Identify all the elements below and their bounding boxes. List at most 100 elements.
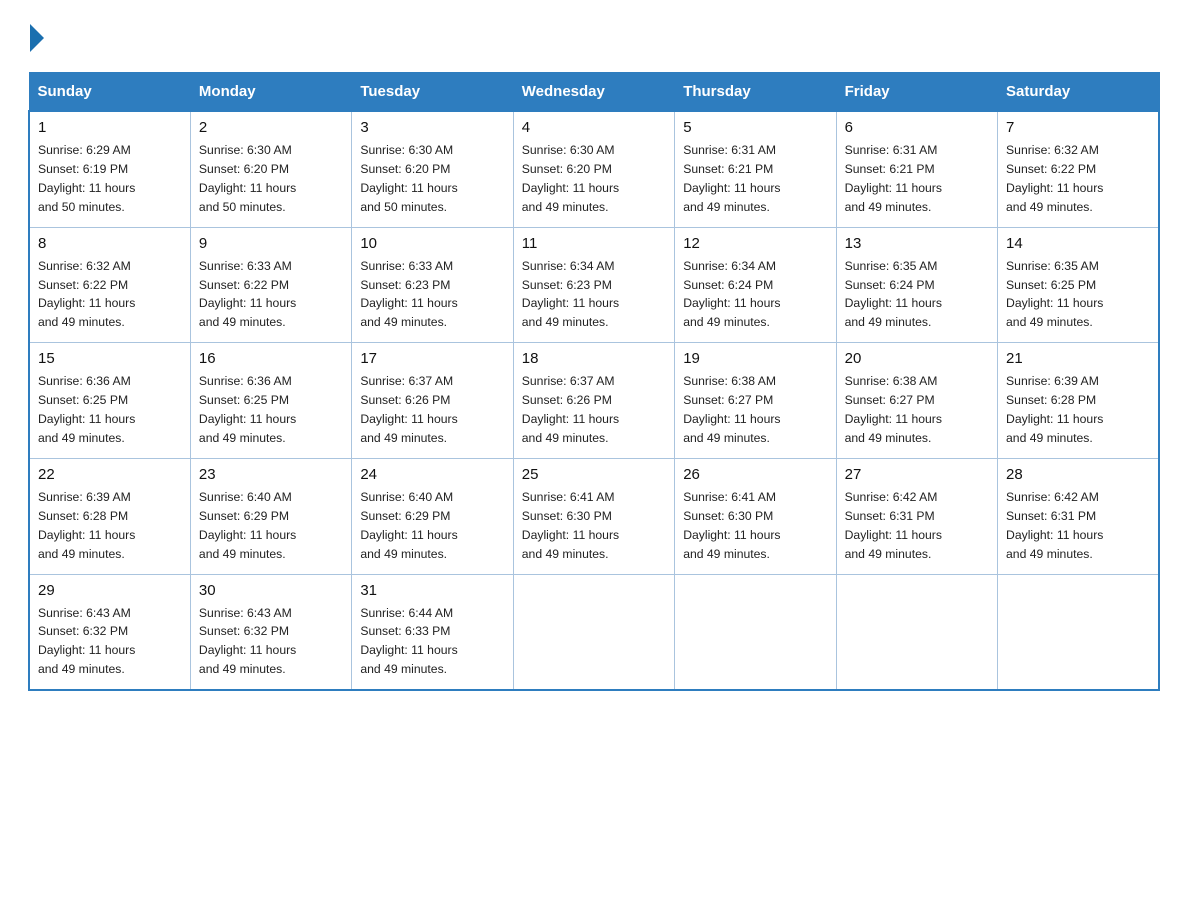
day-info: Sunrise: 6:41 AMSunset: 6:30 PMDaylight:… bbox=[683, 488, 827, 564]
day-info: Sunrise: 6:42 AMSunset: 6:31 PMDaylight:… bbox=[1006, 488, 1150, 564]
day-info: Sunrise: 6:35 AMSunset: 6:25 PMDaylight:… bbox=[1006, 257, 1150, 333]
calendar-cell: 20 Sunrise: 6:38 AMSunset: 6:27 PMDaylig… bbox=[836, 343, 997, 459]
calendar-cell: 2 Sunrise: 6:30 AMSunset: 6:20 PMDayligh… bbox=[190, 111, 351, 227]
logo bbox=[28, 24, 44, 54]
day-number: 24 bbox=[360, 466, 504, 483]
calendar-cell: 23 Sunrise: 6:40 AMSunset: 6:29 PMDaylig… bbox=[190, 458, 351, 574]
column-header-sunday: Sunday bbox=[29, 73, 190, 112]
day-number: 10 bbox=[360, 235, 504, 252]
day-number: 2 bbox=[199, 119, 343, 136]
day-number: 30 bbox=[199, 582, 343, 599]
day-info: Sunrise: 6:39 AMSunset: 6:28 PMDaylight:… bbox=[38, 488, 182, 564]
day-number: 17 bbox=[360, 350, 504, 367]
day-number: 13 bbox=[845, 235, 989, 252]
day-info: Sunrise: 6:29 AMSunset: 6:19 PMDaylight:… bbox=[38, 141, 182, 217]
calendar-cell: 18 Sunrise: 6:37 AMSunset: 6:26 PMDaylig… bbox=[513, 343, 674, 459]
calendar-cell: 12 Sunrise: 6:34 AMSunset: 6:24 PMDaylig… bbox=[675, 227, 836, 343]
day-info: Sunrise: 6:37 AMSunset: 6:26 PMDaylight:… bbox=[522, 372, 666, 448]
day-info: Sunrise: 6:40 AMSunset: 6:29 PMDaylight:… bbox=[199, 488, 343, 564]
day-info: Sunrise: 6:30 AMSunset: 6:20 PMDaylight:… bbox=[199, 141, 343, 217]
day-info: Sunrise: 6:33 AMSunset: 6:22 PMDaylight:… bbox=[199, 257, 343, 333]
day-info: Sunrise: 6:33 AMSunset: 6:23 PMDaylight:… bbox=[360, 257, 504, 333]
day-number: 21 bbox=[1006, 350, 1150, 367]
day-number: 20 bbox=[845, 350, 989, 367]
calendar-week-row: 15 Sunrise: 6:36 AMSunset: 6:25 PMDaylig… bbox=[29, 343, 1159, 459]
day-number: 9 bbox=[199, 235, 343, 252]
day-number: 28 bbox=[1006, 466, 1150, 483]
calendar-cell: 19 Sunrise: 6:38 AMSunset: 6:27 PMDaylig… bbox=[675, 343, 836, 459]
day-number: 4 bbox=[522, 119, 666, 136]
day-number: 29 bbox=[38, 582, 182, 599]
calendar-cell bbox=[998, 574, 1159, 690]
calendar-week-row: 29 Sunrise: 6:43 AMSunset: 6:32 PMDaylig… bbox=[29, 574, 1159, 690]
calendar-cell: 17 Sunrise: 6:37 AMSunset: 6:26 PMDaylig… bbox=[352, 343, 513, 459]
day-number: 8 bbox=[38, 235, 182, 252]
calendar-cell bbox=[513, 574, 674, 690]
calendar-cell: 10 Sunrise: 6:33 AMSunset: 6:23 PMDaylig… bbox=[352, 227, 513, 343]
day-info: Sunrise: 6:41 AMSunset: 6:30 PMDaylight:… bbox=[522, 488, 666, 564]
day-info: Sunrise: 6:43 AMSunset: 6:32 PMDaylight:… bbox=[38, 604, 182, 680]
calendar-cell: 25 Sunrise: 6:41 AMSunset: 6:30 PMDaylig… bbox=[513, 458, 674, 574]
calendar-cell: 4 Sunrise: 6:30 AMSunset: 6:20 PMDayligh… bbox=[513, 111, 674, 227]
calendar-week-row: 8 Sunrise: 6:32 AMSunset: 6:22 PMDayligh… bbox=[29, 227, 1159, 343]
calendar-cell: 11 Sunrise: 6:34 AMSunset: 6:23 PMDaylig… bbox=[513, 227, 674, 343]
calendar-cell bbox=[836, 574, 997, 690]
day-number: 16 bbox=[199, 350, 343, 367]
calendar-cell: 5 Sunrise: 6:31 AMSunset: 6:21 PMDayligh… bbox=[675, 111, 836, 227]
day-number: 14 bbox=[1006, 235, 1150, 252]
column-header-thursday: Thursday bbox=[675, 73, 836, 112]
day-info: Sunrise: 6:30 AMSunset: 6:20 PMDaylight:… bbox=[522, 141, 666, 217]
calendar-cell: 27 Sunrise: 6:42 AMSunset: 6:31 PMDaylig… bbox=[836, 458, 997, 574]
column-header-saturday: Saturday bbox=[998, 73, 1159, 112]
day-info: Sunrise: 6:32 AMSunset: 6:22 PMDaylight:… bbox=[38, 257, 182, 333]
column-header-wednesday: Wednesday bbox=[513, 73, 674, 112]
day-number: 23 bbox=[199, 466, 343, 483]
day-number: 27 bbox=[845, 466, 989, 483]
calendar-cell: 31 Sunrise: 6:44 AMSunset: 6:33 PMDaylig… bbox=[352, 574, 513, 690]
day-info: Sunrise: 6:42 AMSunset: 6:31 PMDaylight:… bbox=[845, 488, 989, 564]
day-number: 31 bbox=[360, 582, 504, 599]
day-number: 3 bbox=[360, 119, 504, 136]
day-number: 15 bbox=[38, 350, 182, 367]
calendar-cell: 8 Sunrise: 6:32 AMSunset: 6:22 PMDayligh… bbox=[29, 227, 190, 343]
calendar-cell: 15 Sunrise: 6:36 AMSunset: 6:25 PMDaylig… bbox=[29, 343, 190, 459]
calendar-cell: 16 Sunrise: 6:36 AMSunset: 6:25 PMDaylig… bbox=[190, 343, 351, 459]
day-info: Sunrise: 6:38 AMSunset: 6:27 PMDaylight:… bbox=[845, 372, 989, 448]
calendar-header-row: SundayMondayTuesdayWednesdayThursdayFrid… bbox=[29, 73, 1159, 112]
day-info: Sunrise: 6:31 AMSunset: 6:21 PMDaylight:… bbox=[845, 141, 989, 217]
day-info: Sunrise: 6:31 AMSunset: 6:21 PMDaylight:… bbox=[683, 141, 827, 217]
calendar-cell: 6 Sunrise: 6:31 AMSunset: 6:21 PMDayligh… bbox=[836, 111, 997, 227]
day-info: Sunrise: 6:34 AMSunset: 6:23 PMDaylight:… bbox=[522, 257, 666, 333]
day-info: Sunrise: 6:43 AMSunset: 6:32 PMDaylight:… bbox=[199, 604, 343, 680]
day-info: Sunrise: 6:30 AMSunset: 6:20 PMDaylight:… bbox=[360, 141, 504, 217]
calendar-cell: 21 Sunrise: 6:39 AMSunset: 6:28 PMDaylig… bbox=[998, 343, 1159, 459]
logo-triangle-icon bbox=[30, 24, 44, 52]
calendar-cell: 24 Sunrise: 6:40 AMSunset: 6:29 PMDaylig… bbox=[352, 458, 513, 574]
calendar-cell: 29 Sunrise: 6:43 AMSunset: 6:32 PMDaylig… bbox=[29, 574, 190, 690]
day-number: 22 bbox=[38, 466, 182, 483]
calendar-cell: 22 Sunrise: 6:39 AMSunset: 6:28 PMDaylig… bbox=[29, 458, 190, 574]
day-info: Sunrise: 6:38 AMSunset: 6:27 PMDaylight:… bbox=[683, 372, 827, 448]
calendar-cell: 7 Sunrise: 6:32 AMSunset: 6:22 PMDayligh… bbox=[998, 111, 1159, 227]
day-number: 6 bbox=[845, 119, 989, 136]
calendar-cell: 9 Sunrise: 6:33 AMSunset: 6:22 PMDayligh… bbox=[190, 227, 351, 343]
day-number: 11 bbox=[522, 235, 666, 252]
calendar-table: SundayMondayTuesdayWednesdayThursdayFrid… bbox=[28, 72, 1160, 691]
day-info: Sunrise: 6:44 AMSunset: 6:33 PMDaylight:… bbox=[360, 604, 504, 680]
day-info: Sunrise: 6:36 AMSunset: 6:25 PMDaylight:… bbox=[38, 372, 182, 448]
calendar-cell: 28 Sunrise: 6:42 AMSunset: 6:31 PMDaylig… bbox=[998, 458, 1159, 574]
page-header bbox=[28, 24, 1160, 54]
calendar-cell: 1 Sunrise: 6:29 AMSunset: 6:19 PMDayligh… bbox=[29, 111, 190, 227]
day-number: 7 bbox=[1006, 119, 1150, 136]
column-header-friday: Friday bbox=[836, 73, 997, 112]
day-number: 12 bbox=[683, 235, 827, 252]
day-number: 5 bbox=[683, 119, 827, 136]
day-number: 26 bbox=[683, 466, 827, 483]
day-info: Sunrise: 6:36 AMSunset: 6:25 PMDaylight:… bbox=[199, 372, 343, 448]
calendar-cell bbox=[675, 574, 836, 690]
day-info: Sunrise: 6:37 AMSunset: 6:26 PMDaylight:… bbox=[360, 372, 504, 448]
calendar-cell: 26 Sunrise: 6:41 AMSunset: 6:30 PMDaylig… bbox=[675, 458, 836, 574]
day-info: Sunrise: 6:32 AMSunset: 6:22 PMDaylight:… bbox=[1006, 141, 1150, 217]
day-info: Sunrise: 6:39 AMSunset: 6:28 PMDaylight:… bbox=[1006, 372, 1150, 448]
day-info: Sunrise: 6:34 AMSunset: 6:24 PMDaylight:… bbox=[683, 257, 827, 333]
